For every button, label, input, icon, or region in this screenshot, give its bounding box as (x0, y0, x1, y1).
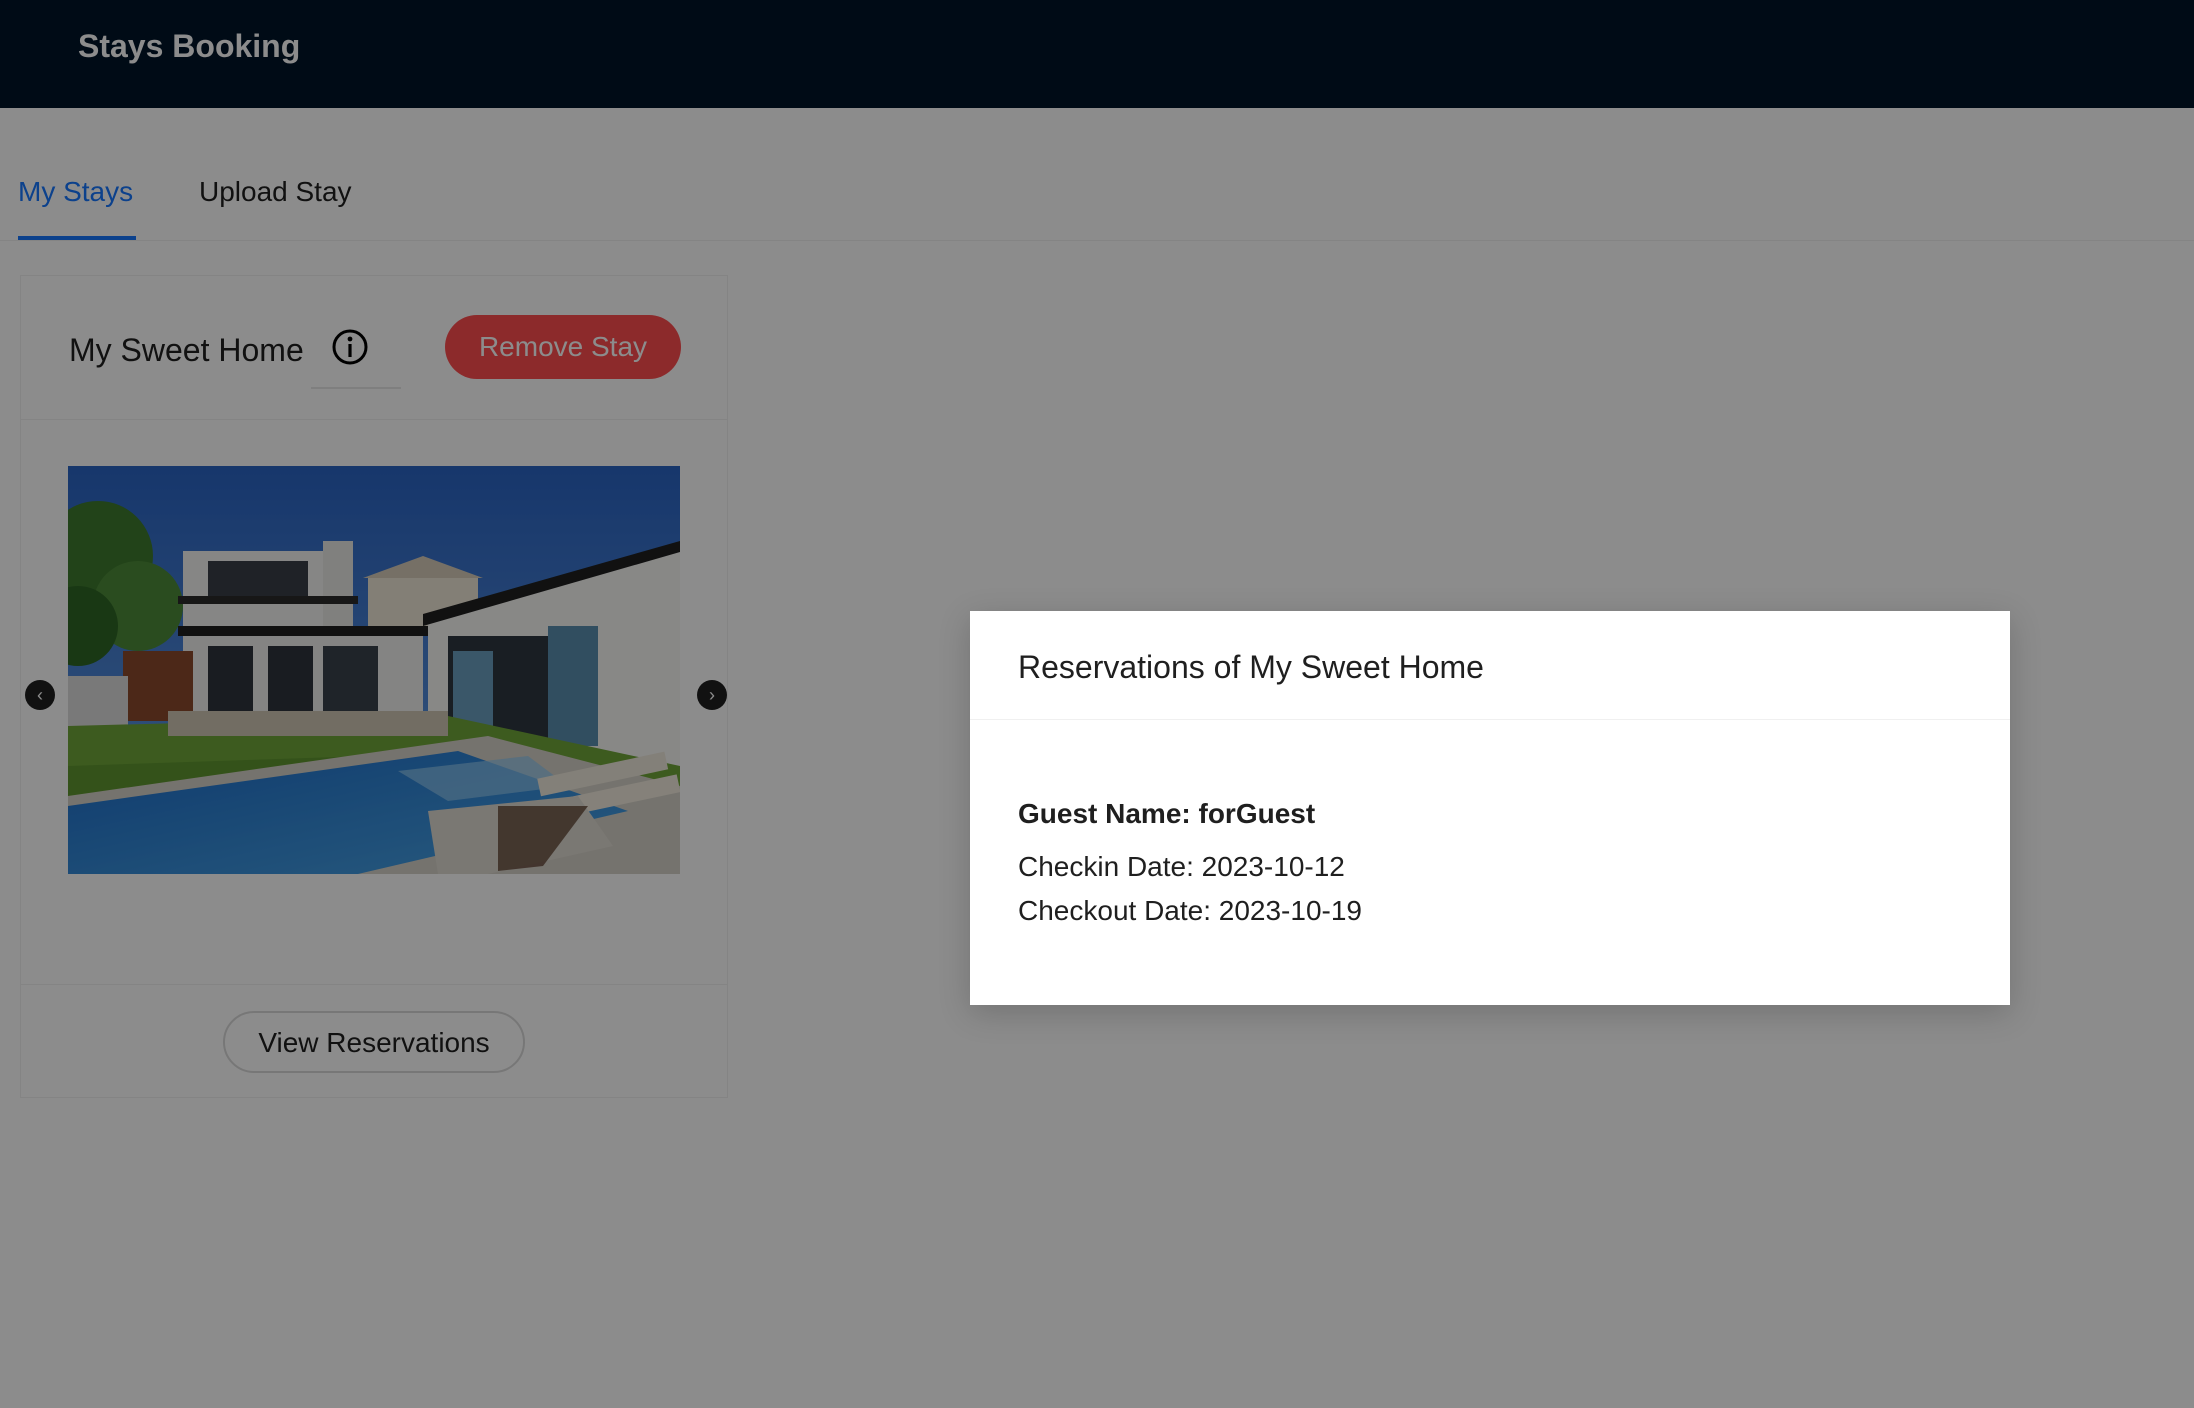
reservation-checkin-date: Checkin Date: 2023-10-12 (1018, 851, 1345, 882)
modal-title: Reservations of My Sweet Home (1018, 649, 1484, 685)
reservation-guest-name: Guest Name: forGuest (1018, 798, 1316, 829)
reservations-modal: Reservations of My Sweet Home Guest Name… (970, 611, 2010, 1005)
reservation-checkout-date: Checkout Date: 2023-10-19 (1018, 895, 1362, 926)
modal-header: Reservations of My Sweet Home (970, 611, 2010, 720)
